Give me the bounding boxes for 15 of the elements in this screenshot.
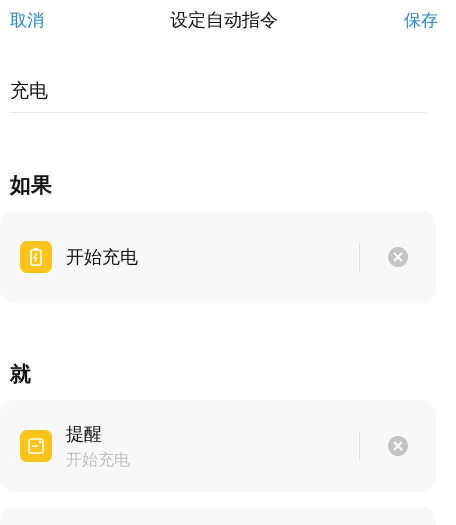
- action-subtitle: 开始充电: [66, 450, 131, 470]
- action-card[interactable]: 提醒 开始充电: [0, 400, 436, 492]
- cancel-button[interactable]: 取消: [10, 8, 44, 32]
- save-button[interactable]: 保存: [404, 8, 438, 32]
- note-icon: [20, 430, 52, 462]
- action-title: 开始充电: [66, 246, 139, 269]
- action-card[interactable]: 开始充电: [0, 211, 436, 303]
- name-field[interactable]: 充电: [10, 80, 426, 113]
- page-title: 设定自动指令: [170, 9, 278, 32]
- battery-icon: [20, 241, 52, 273]
- action-title: 提醒: [66, 422, 103, 446]
- section-heading: 就: [10, 361, 32, 388]
- close-icon[interactable]: [388, 436, 408, 456]
- section-heading: 如果: [10, 172, 53, 199]
- close-icon[interactable]: [388, 247, 408, 267]
